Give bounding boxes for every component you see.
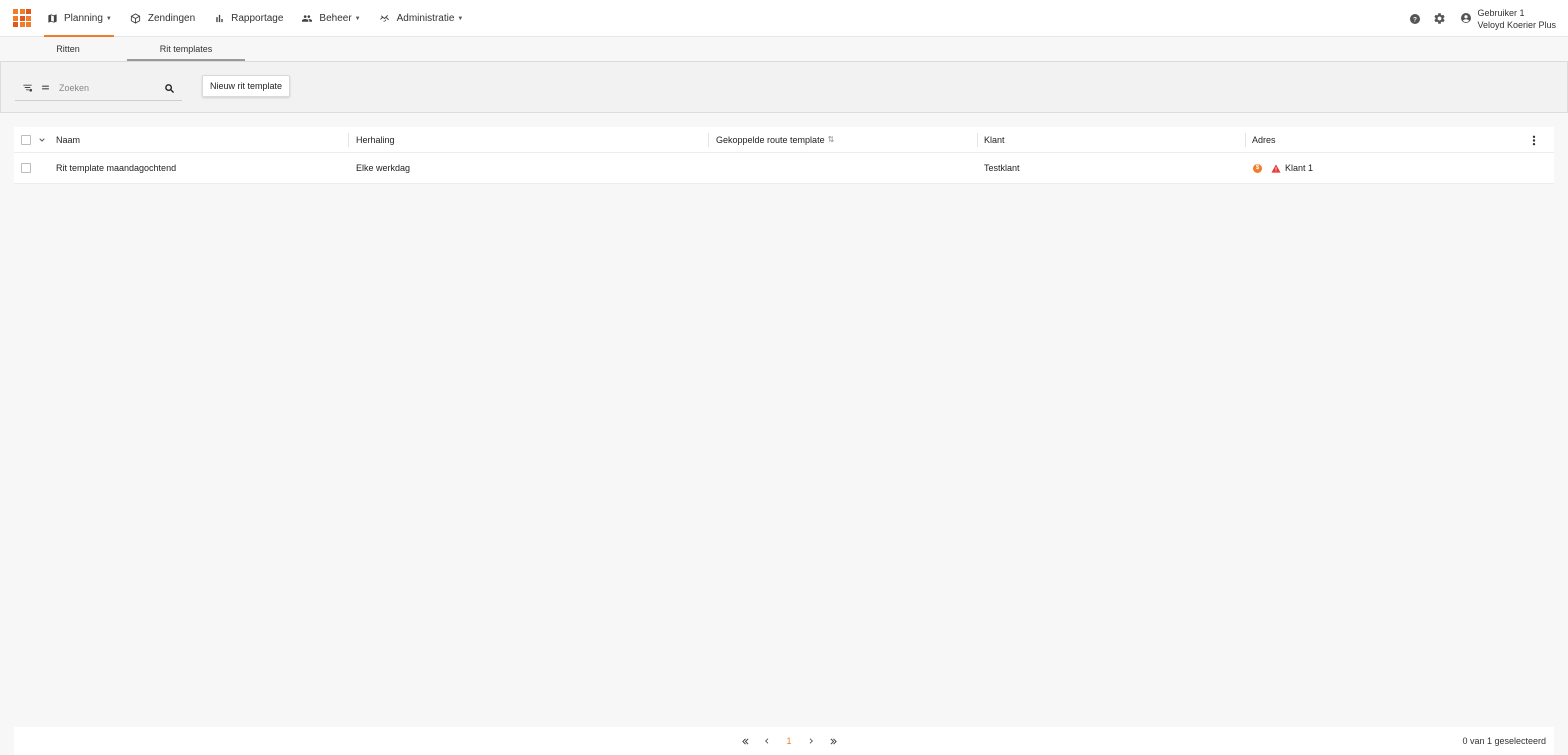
top-right-actions: ? Gebruiker 1 Veloyd Koerier Plus [1398,0,1556,37]
first-page-icon[interactable] [734,730,756,752]
svg-text:?: ? [1413,16,1417,23]
cell-klant: Testklant [984,163,1020,173]
package-icon [130,13,142,25]
user-company: Veloyd Koerier Plus [1477,19,1556,30]
app-launcher-icon[interactable] [13,9,31,27]
select-all-cell [21,127,31,152]
filter-panel: Nieuw rit template [0,61,1568,113]
search-field [15,75,182,101]
search-icon[interactable] [163,82,175,94]
chevron-down-icon: ▼ [354,15,361,22]
nav-planning[interactable]: Planning ▼ [44,0,114,37]
table-footer: 1 0 van 1 geselecteerd [14,727,1554,755]
main-nav: Planning ▼ Zendingen Rapportage Beheer ▼ [44,0,479,37]
row-select-cell [21,153,31,183]
account-circle-icon [1460,12,1472,26]
column-divider[interactable] [708,133,709,147]
rit-templates-table: Naam Herhaling Gekoppelde route template… [14,127,1554,184]
user-info: Gebruiker 1 Veloyd Koerier Plus [1477,7,1556,31]
column-divider[interactable] [1245,133,1246,147]
cell-adres: $ Klant 1 [1253,153,1313,183]
nav-zendingen-label: Zendingen [147,13,196,24]
column-divider[interactable] [977,133,978,147]
column-divider[interactable] [348,133,349,147]
previous-page-icon[interactable] [756,730,778,752]
dollar-badge-icon: $ [1253,163,1262,173]
filter-list-icon[interactable] [21,82,33,94]
selection-count: 0 van 1 geselecteerd [1462,736,1546,746]
user-name: Gebruiker 1 [1477,7,1525,18]
new-rit-template-button[interactable]: Nieuw rit template [202,75,291,97]
row-checkbox[interactable] [21,163,31,173]
column-header-klant[interactable]: Klant [984,127,1005,152]
handshake-icon [379,13,391,25]
nav-administratie-label: Administratie [396,13,455,24]
cell-naam: Rit template maandagochtend [56,163,177,173]
gear-icon[interactable] [1432,12,1446,26]
nav-beheer-label: Beheer [319,13,352,24]
chevron-down-icon[interactable] [38,127,46,152]
column-header-herhaling[interactable]: Herhaling [356,127,395,152]
more-vertical-icon[interactable] [1528,133,1540,147]
nav-zendingen[interactable]: Zendingen [128,0,197,37]
nav-administratie[interactable]: Administratie ▼ [377,0,466,37]
table-row[interactable]: Rit template maandagochtend Elke werkdag… [14,153,1554,184]
nav-rapportage[interactable]: Rapportage [211,0,285,37]
tab-rit-templates[interactable]: Rit templates [127,37,245,61]
equals-operator-icon[interactable] [39,82,51,94]
nav-rapportage-label: Rapportage [231,13,284,24]
next-page-icon[interactable] [800,730,822,752]
top-navigation-bar: Planning ▼ Zendingen Rapportage Beheer ▼ [0,0,1568,37]
sub-tabs: Ritten Rit templates [0,37,1568,61]
column-header-adres[interactable]: Adres [1252,127,1276,152]
pagination: 1 [734,727,844,755]
group-icon [301,13,313,25]
cell-adres-label: Klant 1 [1285,163,1314,173]
help-icon[interactable]: ? [1408,12,1422,26]
nav-planning-label: Planning [64,13,103,24]
nav-beheer[interactable]: Beheer ▼ [299,0,362,37]
tab-ritten[interactable]: Ritten [44,37,92,61]
current-page-number[interactable]: 1 [778,730,800,752]
user-menu[interactable]: Gebruiker 1 Veloyd Koerier Plus [1460,7,1556,31]
cell-herhaling: Elke werkdag [356,163,411,173]
column-header-route-template[interactable]: Gekoppelde route template ⇅ [716,127,834,152]
search-input[interactable] [59,82,155,93]
table-header: Naam Herhaling Gekoppelde route template… [14,127,1554,153]
map-icon [46,13,58,25]
column-header-naam[interactable]: Naam [56,127,80,152]
select-all-checkbox[interactable] [21,134,31,145]
warning-icon [1271,163,1281,173]
column-header-route-template-label: Gekoppelde route template [716,134,825,145]
sort-icon[interactable]: ⇅ [828,135,835,144]
chevron-down-icon: ▼ [457,15,464,22]
bar-chart-icon [213,13,225,25]
last-page-icon[interactable] [822,730,844,752]
chevron-down-icon: ▼ [105,15,112,22]
